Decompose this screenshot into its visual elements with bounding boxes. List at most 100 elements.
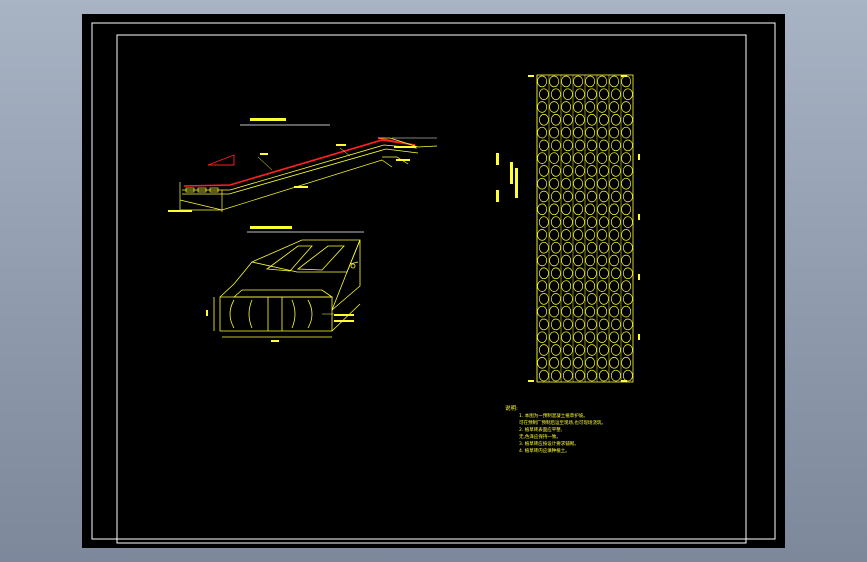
- notes-line-5: 3. 植草砖应按设计要求铺砌。: [519, 440, 579, 447]
- grid-side-mark: [638, 334, 640, 340]
- grid-cell: [621, 177, 632, 190]
- grid-cell: [586, 216, 597, 228]
- grid-cell: [538, 114, 549, 126]
- grid-cell: [538, 241, 549, 254]
- grid-cell: [621, 126, 632, 139]
- grid-cell: [585, 101, 596, 113]
- grid-cell: [561, 280, 572, 292]
- grid-cell: [597, 203, 608, 216]
- grid-cell: [598, 369, 609, 382]
- grid-cell: [561, 203, 572, 216]
- grid-cell: [597, 229, 608, 241]
- grid-cell: [573, 280, 584, 292]
- grid-cell: [537, 331, 548, 343]
- grid-cell: [549, 75, 560, 88]
- grid-cell: [574, 114, 585, 126]
- grid-cell: [562, 344, 573, 356]
- grid-cell: [574, 293, 585, 305]
- grid-cell: [597, 331, 608, 343]
- grid-cell: [585, 177, 596, 190]
- grid-cell: [609, 357, 620, 369]
- grid-cell: [610, 114, 621, 126]
- grid-cell: [621, 331, 632, 343]
- grid-cell: [537, 126, 548, 139]
- grid-cell: [538, 318, 549, 331]
- grid-cell: [598, 344, 609, 356]
- grid-cell: [550, 190, 561, 203]
- grid-cell: [550, 241, 561, 254]
- grid-side-mark: [638, 154, 640, 160]
- grid-cell: [561, 75, 572, 88]
- grid-cell: [609, 280, 620, 292]
- grid-cell: [538, 293, 549, 305]
- grid-cell: [549, 229, 560, 241]
- grid-cell: [622, 114, 633, 126]
- grid-cell: [538, 88, 549, 100]
- grid-cell: [586, 318, 597, 331]
- grid-cell: [550, 139, 561, 152]
- grid-cell: [549, 152, 560, 164]
- grid-cell: [549, 331, 560, 343]
- grid-cell: [574, 241, 585, 254]
- grid-cell: [598, 293, 609, 305]
- grid-cell: [550, 216, 561, 228]
- grid-cell: [574, 216, 585, 228]
- grid-cell: [586, 165, 597, 177]
- grid-cell: [537, 75, 548, 88]
- grid-cell: [597, 305, 608, 318]
- grid-cell: [537, 101, 548, 113]
- grid-cell: [573, 305, 584, 318]
- slope-ratio-triangle: [207, 154, 235, 166]
- grid-cell: [597, 126, 608, 139]
- grid-cell: [598, 114, 609, 126]
- grid-cell: [561, 331, 572, 343]
- grid-cell: [598, 318, 609, 331]
- grid-cell: [538, 190, 549, 203]
- grid-cell: [610, 267, 621, 280]
- grid-cell: [550, 369, 561, 382]
- grid-cell: [597, 280, 608, 292]
- grid-cell: [562, 241, 573, 254]
- grid-cell: [537, 305, 548, 318]
- grid-cell: [537, 357, 548, 369]
- cad-drawing: 说明: 1. 本图为一预制混凝土植草护坡。 可在预制厂预制后运至现场,也可现场浇…: [91, 22, 776, 544]
- grid-cell: [610, 369, 621, 382]
- grid-cell: [609, 254, 620, 267]
- grid-corner-mark: [528, 75, 534, 77]
- grid-cell: [537, 177, 548, 190]
- grid-cell: [609, 75, 620, 88]
- grid-cell: [622, 216, 633, 228]
- grid-cell: [621, 357, 632, 369]
- slope-section-view: [168, 118, 438, 212]
- cad-drawing-viewport[interactable]: 说明: 1. 本图为一预制混凝土植草护坡。 可在预制厂预制后运至现场,也可现场浇…: [82, 14, 785, 548]
- grid-cell: [573, 331, 584, 343]
- grid-cell: [597, 152, 608, 164]
- grid-cell: [622, 165, 633, 177]
- grid-cell: [550, 267, 561, 280]
- notes-line-2: 可在预制厂预制后运至现场,也可现场浇筑。: [519, 419, 606, 426]
- grid-cell: [549, 305, 560, 318]
- notes-line-4: 无,色泽应保持一致。: [519, 433, 561, 440]
- grid-cell: [562, 165, 573, 177]
- grid-cell: [574, 267, 585, 280]
- notes-line-6: 4. 植草砖内应填种植土。: [519, 447, 570, 454]
- grid-cell: [561, 152, 572, 164]
- grid-cell: [585, 75, 596, 88]
- grid-cell: [585, 126, 596, 139]
- grid-cell: [561, 126, 572, 139]
- grid-cell: [585, 305, 596, 318]
- grid-cell: [550, 165, 561, 177]
- grid-cell: [538, 344, 549, 356]
- grid-cell: [549, 357, 560, 369]
- grid-corner-mark: [528, 380, 534, 382]
- grid-cell: [622, 88, 633, 100]
- grid-cell: [585, 331, 596, 343]
- grid-cell: [549, 203, 560, 216]
- grid-cell: [610, 190, 621, 203]
- grid-cell: [561, 254, 572, 267]
- grid-cell: [609, 203, 620, 216]
- grid-cell: [586, 369, 597, 382]
- grid-cell: [562, 88, 573, 100]
- grid-cell: [586, 267, 597, 280]
- grid-side-mark: [638, 274, 640, 280]
